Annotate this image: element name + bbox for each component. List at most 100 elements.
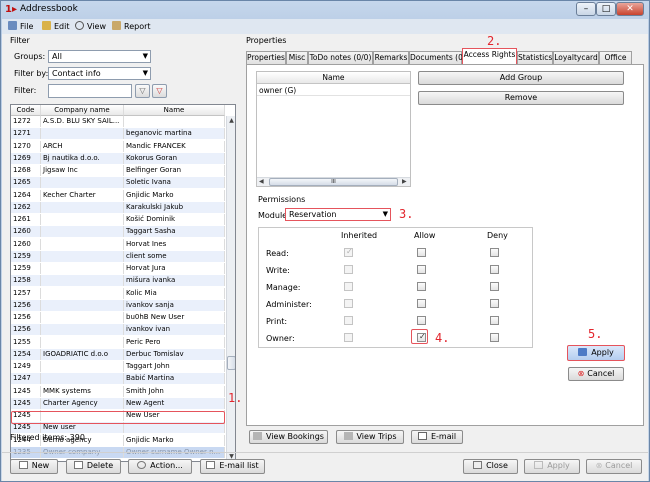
table-row[interactable]: 1256 ivankov ivan	[11, 324, 225, 336]
new-button[interactable]: New	[10, 459, 58, 474]
horizontal-scroll-thumb[interactable]: III	[269, 178, 398, 186]
filter-apply-button[interactable]: ▽	[135, 84, 150, 98]
cell-code: 1260	[11, 226, 41, 238]
footer-cancel-button[interactable]: ⊗ Cancel	[586, 459, 642, 474]
cell-company: IGOADRIATIC d.o.o	[41, 348, 124, 360]
checkbox-deny[interactable]	[490, 333, 499, 342]
checkbox-allow[interactable]	[417, 299, 426, 308]
tab-access-rights[interactable]: Access Rights	[462, 48, 517, 64]
tab-office[interactable]: Office	[599, 51, 632, 64]
menu-report[interactable]: Report	[112, 21, 151, 33]
delete-button[interactable]: Delete	[66, 459, 121, 474]
filter-by-select[interactable]: Contact info ▼	[48, 67, 151, 80]
table-row[interactable]: 1264 Kecher Charter Gnjidic Marko	[11, 189, 225, 201]
groups-horizontal-scrollbar[interactable]: ◀ III ▶	[257, 177, 410, 186]
column-header-company[interactable]: Company name	[41, 105, 124, 116]
group-list-item[interactable]: owner (G)	[257, 85, 410, 96]
view-bookings-button[interactable]: View Bookings	[249, 430, 328, 444]
checkbox-allow[interactable]	[417, 265, 426, 274]
table-row[interactable]: 1269 Bj nautika d.o.o. Kokorus Goran	[11, 152, 225, 164]
table-row[interactable]: 1247 Babić Martina	[11, 373, 225, 385]
module-label: Module	[258, 211, 288, 220]
table-row[interactable]: 1272 A.S.D. BLU SKY SAIL...	[11, 116, 225, 127]
checkbox-deny[interactable]	[490, 316, 499, 325]
checkbox-deny[interactable]	[490, 265, 499, 274]
table-row[interactable]: 1249 Taggart John	[11, 361, 225, 372]
remove-group-button[interactable]: Remove	[418, 91, 624, 105]
checkbox-deny[interactable]	[490, 299, 499, 308]
scroll-left-icon[interactable]: ◀	[259, 178, 264, 186]
grid-vertical-scrollbar[interactable]: ▲ ▼	[226, 116, 235, 461]
table-row[interactable]: 1256 bu0hB New User	[11, 312, 225, 323]
menu-edit[interactable]: Edit	[42, 21, 70, 33]
table-row[interactable]: 1245 MMK systems Smith John	[11, 385, 225, 397]
table-row[interactable]: 1262 Karakulski Jakub	[11, 201, 225, 213]
tab-todo-notes[interactable]: ToDo notes (0/0)	[308, 51, 373, 64]
table-row[interactable]: 1255 Peric Pero	[11, 336, 225, 348]
footer-apply-button[interactable]: Apply	[524, 459, 580, 474]
permissions-section-label: Permissions	[258, 195, 306, 204]
table-row[interactable]: 1261 Košić Dominik	[11, 214, 225, 225]
column-header-name[interactable]: Name	[124, 105, 225, 116]
filter-clear-button[interactable]: ▽	[152, 84, 167, 98]
table-row[interactable]: 1260 Horvat Ines	[11, 238, 225, 250]
action-button[interactable]: Action...	[128, 459, 192, 474]
table-row[interactable]: 1259 Horvat Jura	[11, 263, 225, 274]
names-column-header[interactable]: Name	[257, 72, 410, 84]
table-row[interactable]: 1258 mišura ivanka	[11, 275, 225, 287]
checkbox-deny[interactable]	[490, 282, 499, 291]
apply-permissions-button[interactable]: Apply	[567, 345, 625, 361]
cancel-permissions-button[interactable]: ⊗ Cancel	[568, 367, 624, 381]
table-row[interactable]: 1256 ivankov sanja	[11, 299, 225, 311]
checkbox-allow[interactable]	[417, 282, 426, 291]
table-row[interactable]: 1254 IGOADRIATIC d.o.o Derbuc Tomislav	[11, 348, 225, 360]
table-row[interactable]: 1260 Taggart Sasha	[11, 226, 225, 238]
scroll-up-icon[interactable]: ▲	[227, 116, 235, 125]
menu-view[interactable]: View	[75, 21, 106, 33]
module-select[interactable]: Reservation ▼	[285, 208, 391, 221]
scroll-thumb[interactable]	[227, 356, 235, 370]
groups-select[interactable]: All ▼	[48, 50, 151, 63]
minimize-button[interactable]: –	[576, 2, 596, 16]
checkbox-allow[interactable]	[417, 316, 426, 325]
permission-label: Read:	[266, 249, 289, 258]
close-window-button[interactable]: ✕	[616, 2, 644, 16]
table-row[interactable]: 1259 client some	[11, 250, 225, 262]
maximize-button[interactable]: □	[596, 2, 616, 16]
cell-name	[124, 116, 225, 127]
permission-label: Administer:	[266, 300, 312, 309]
view-icon	[75, 21, 84, 30]
tab-documents[interactable]: Documents (0)	[409, 51, 466, 64]
tab-remarks[interactable]: Remarks	[373, 51, 409, 64]
email-list-button[interactable]: E-mail list	[200, 459, 265, 474]
cell-name: Taggart John	[124, 361, 225, 372]
email-button[interactable]: E-mail	[411, 430, 463, 444]
cell-company: Kecher Charter	[41, 189, 124, 201]
close-button[interactable]: Close	[463, 459, 518, 474]
cell-company: MMK systems	[41, 385, 124, 397]
tab-loyaltycard[interactable]: Loyaltycard	[553, 51, 599, 64]
table-row[interactable]: 1271 beganovic martina	[11, 128, 225, 140]
cell-name: New Agent	[124, 397, 225, 409]
cell-code: 1256	[11, 312, 41, 323]
scroll-right-icon[interactable]: ▶	[402, 178, 407, 186]
table-row[interactable]: 1265 Soletic Ivana	[11, 177, 225, 189]
cell-company	[41, 336, 124, 348]
tab-properties[interactable]: Properties	[246, 51, 286, 64]
table-row[interactable]: 1270 ARCH Mandic FRANCEK	[11, 140, 225, 152]
table-row[interactable]: 1257 Kolic Mia	[11, 287, 225, 299]
checkbox-deny[interactable]	[490, 248, 499, 257]
funnel-icon: ▽	[139, 86, 146, 95]
checkbox-allow[interactable]	[417, 248, 426, 257]
tab-misc[interactable]: Misc	[286, 51, 308, 64]
filter-by-label: Filter by:	[14, 69, 49, 78]
filter-input[interactable]	[48, 84, 132, 98]
column-header-code[interactable]: Code	[11, 105, 41, 116]
tab-statistics[interactable]: Statistics	[517, 51, 553, 64]
cell-code: 1260	[11, 238, 41, 250]
view-trips-button[interactable]: View Trips	[336, 430, 404, 444]
menu-file[interactable]: File	[8, 21, 33, 33]
add-group-button[interactable]: Add Group	[418, 71, 624, 85]
table-row[interactable]: 1268 Jigsaw Inc Belfinger Goran	[11, 165, 225, 176]
table-row[interactable]: 1245 Charter Agency New Agent	[11, 397, 225, 409]
